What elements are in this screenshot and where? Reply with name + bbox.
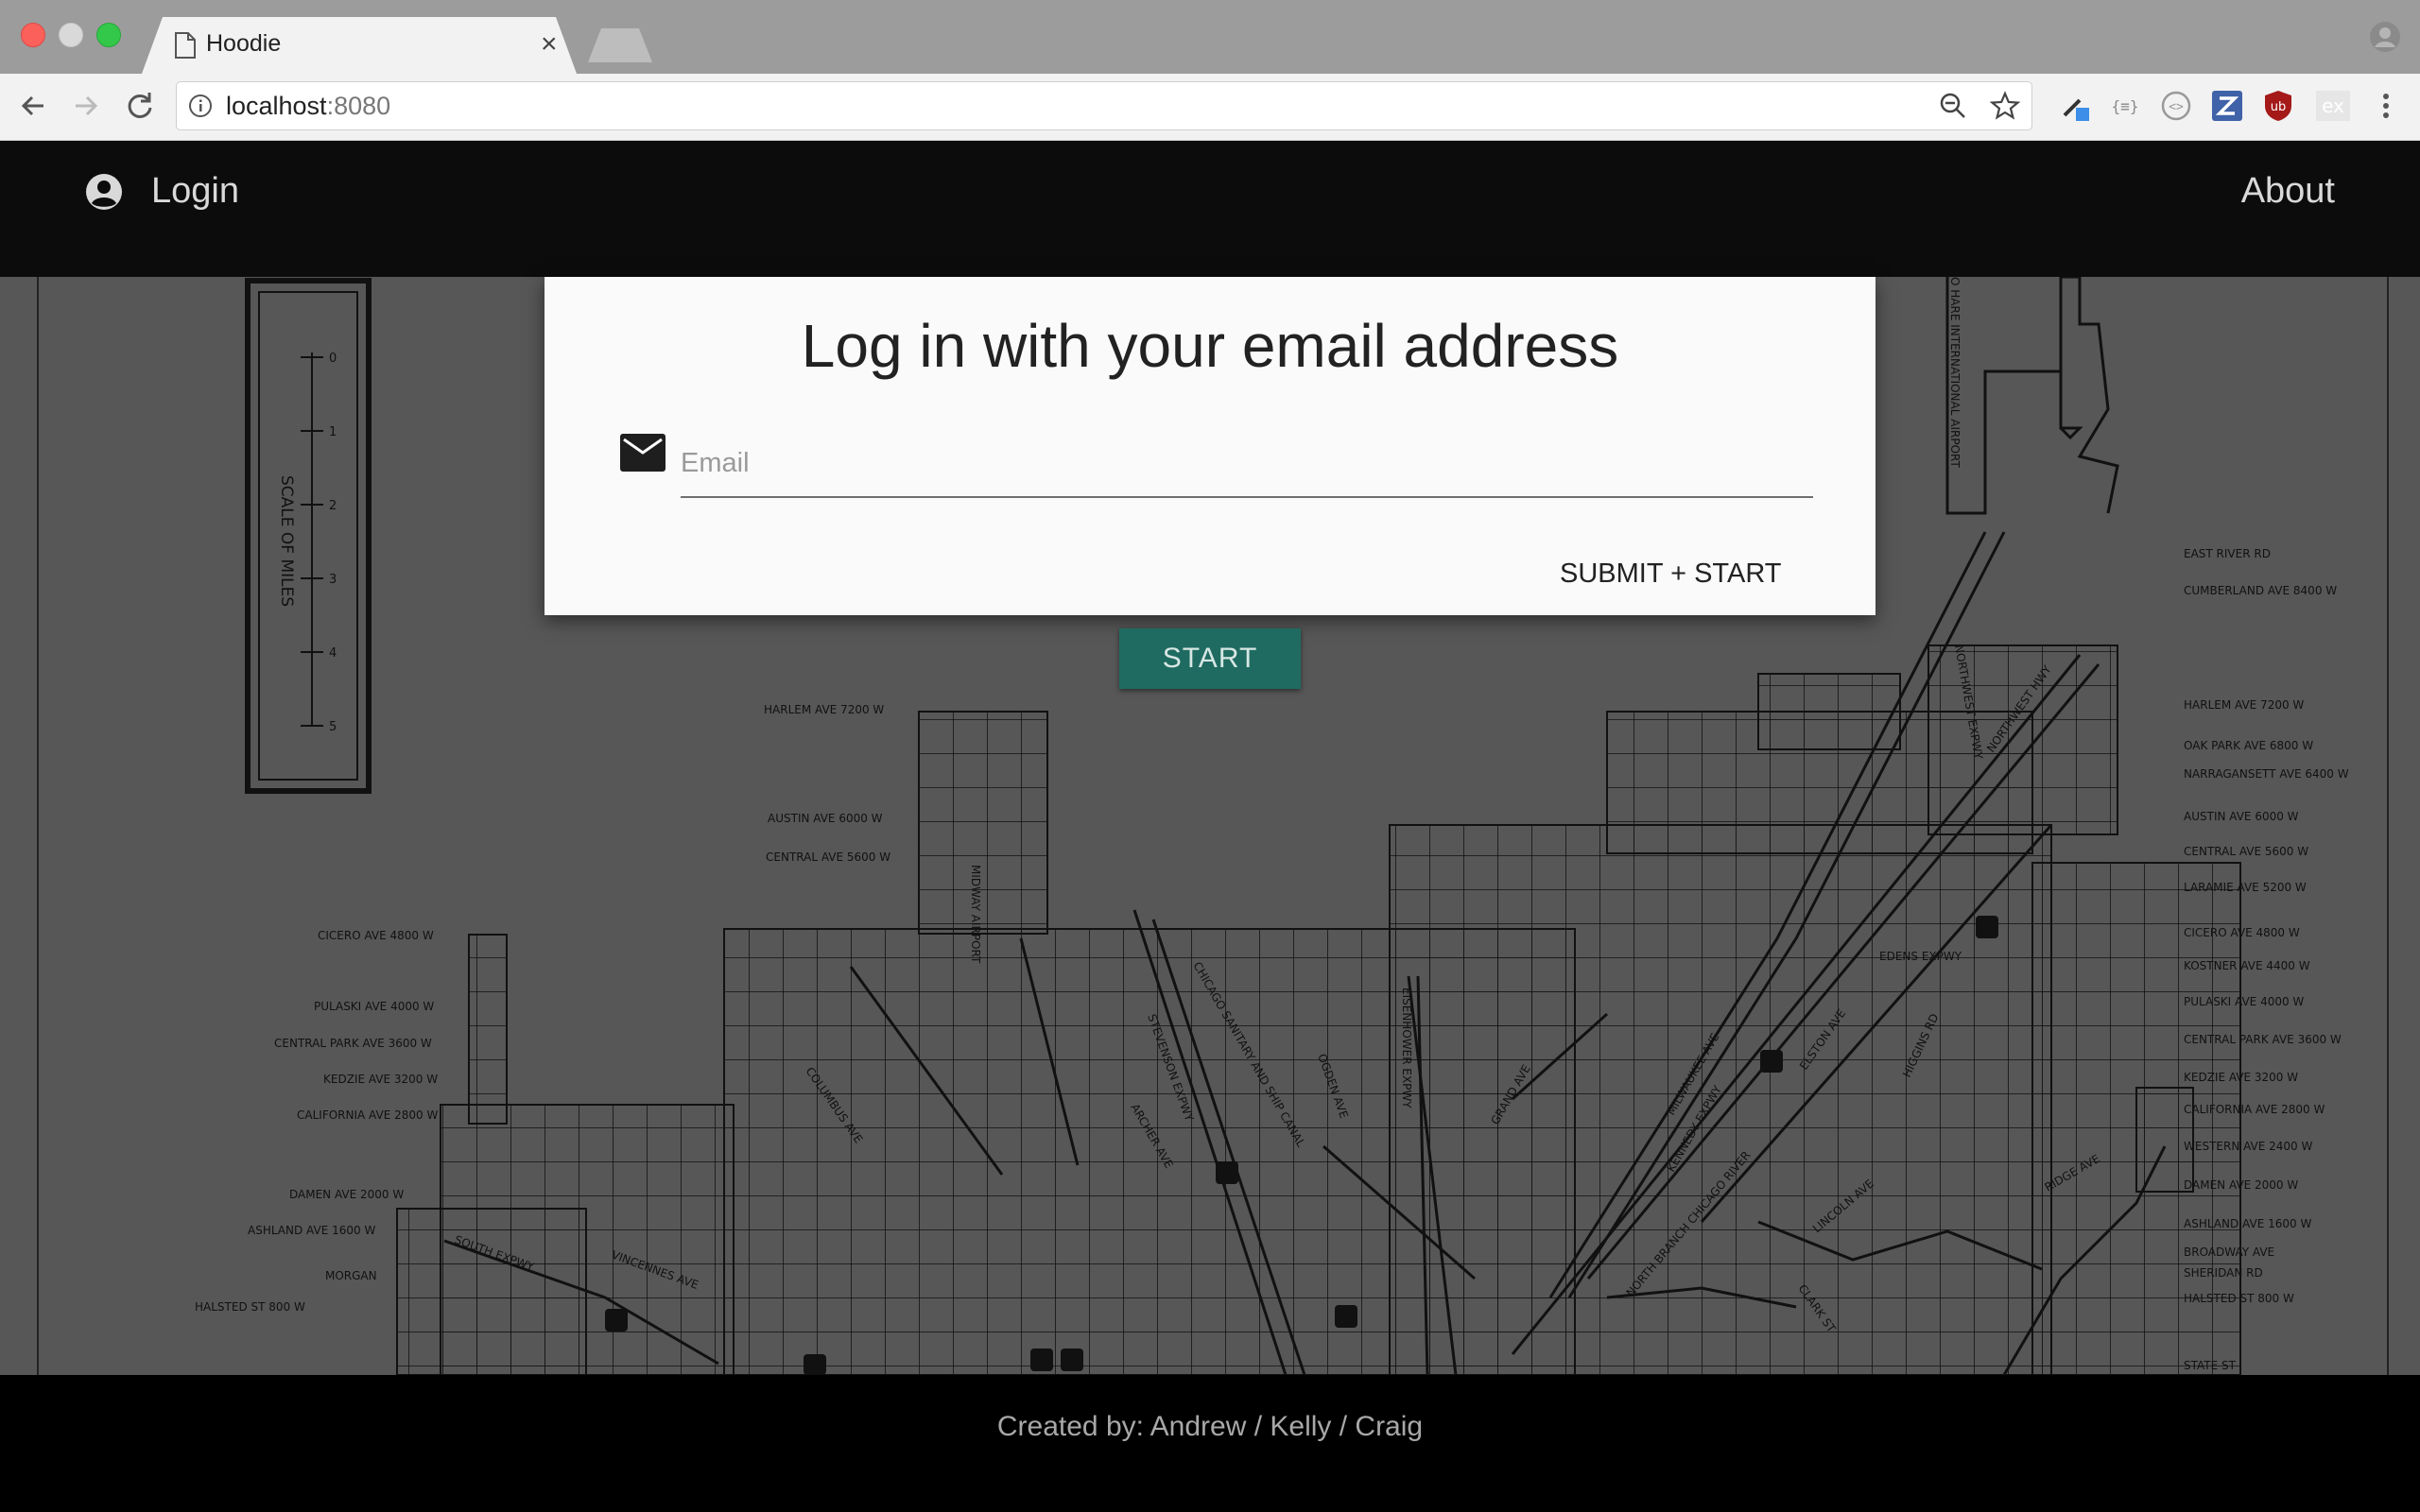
back-arrow-icon[interactable] — [15, 87, 53, 125]
zoom-out-icon[interactable] — [1939, 92, 1967, 120]
map-label: CALIFORNIA AVE 2800 W — [2184, 1103, 2325, 1116]
map-label: CUMBERLAND AVE 8400 W — [2184, 584, 2337, 597]
browser-tab-active[interactable]: Hoodie × — [142, 17, 577, 74]
json-formatter-extension-icon[interactable]: {≡} — [2108, 89, 2142, 123]
window-zoom-control[interactable] — [96, 23, 121, 47]
map-label: DAMEN AVE 2000 W — [2184, 1178, 2298, 1192]
account-circle-icon[interactable] — [85, 173, 123, 211]
info-icon[interactable] — [188, 94, 213, 118]
map-label: LARAMIE AVE 5200 W — [2184, 881, 2307, 894]
map-label: EDENS EXPWY — [1879, 950, 1962, 963]
svg-text:{≡}: {≡} — [2112, 97, 2139, 115]
map-label: CICERO AVE 4800 W — [2184, 926, 2300, 939]
map-label: KEDZIE AVE 3200 W — [2184, 1071, 2298, 1084]
svg-text:ex: ex — [2322, 94, 2344, 117]
submit-start-button[interactable]: SUBMIT + START — [1560, 558, 1781, 590]
map-label: HARLEM AVE 7200 W — [764, 703, 884, 716]
svg-text:<>: <> — [2169, 100, 2184, 114]
start-button[interactable]: START — [1119, 628, 1301, 689]
map-label: MIDWAY AIRPORT — [969, 865, 982, 964]
tab-title: Hoodie — [206, 30, 282, 57]
map-label: CENTRAL PARK AVE 3600 W — [2184, 1033, 2342, 1046]
map-label: EAST RIVER RD — [2184, 547, 2271, 560]
map-label: PULASKI AVE 4000 W — [314, 1000, 434, 1013]
new-tab-button[interactable] — [588, 28, 652, 62]
scale-tick: 2 — [329, 499, 337, 513]
ex-extension-icon[interactable]: ex — [2316, 89, 2350, 123]
map-label: OAK PARK AVE 6800 W — [2184, 739, 2313, 752]
eyedropper-extension-icon[interactable] — [2057, 89, 2091, 123]
login-dialog: Log in with your email address SUBMIT + … — [544, 277, 1876, 615]
window-close-control[interactable] — [21, 23, 45, 47]
map-label: BROADWAY AVE — [2184, 1246, 2274, 1259]
more-menu-icon[interactable] — [2369, 89, 2403, 123]
dialog-title: Log in with your email address — [801, 312, 1619, 380]
tab-close-icon[interactable]: × — [541, 28, 558, 60]
scale-tick: 4 — [329, 646, 337, 661]
map-label: CICERO AVE 4800 W — [318, 929, 434, 942]
map-label: AUSTIN AVE 6000 W — [2184, 810, 2299, 823]
reload-icon[interactable] — [121, 87, 159, 125]
map-label: HALSTED ST 800 W — [195, 1300, 305, 1314]
ublock-extension-icon[interactable]: ub — [2261, 89, 2295, 123]
forward-arrow-icon[interactable] — [66, 87, 104, 125]
address-bar[interactable]: localhost:8080 — [176, 81, 2032, 130]
url-port: :8080 — [326, 92, 391, 120]
credits-text: Created by: Andrew / Kelly / Craig — [996, 1411, 1424, 1442]
map-label: HARLEM AVE 7200 W — [2184, 698, 2304, 712]
map-label: CENTRAL PARK AVE 3600 W — [274, 1037, 432, 1050]
map-label: DAMEN AVE 2000 W — [289, 1188, 404, 1201]
app-footer: Created by: Andrew / Kelly / Craig — [0, 1375, 2420, 1512]
scale-tick: 5 — [329, 720, 337, 734]
app-header: Login About — [0, 141, 2420, 277]
document-icon — [175, 32, 196, 59]
browser-toolbar: localhost:8080 {≡} <> ub ex — [0, 74, 2420, 141]
map-label: ASHLAND AVE 1600 W — [248, 1224, 375, 1237]
email-field[interactable] — [681, 430, 1813, 498]
map-label: CENTRAL AVE 5600 W — [766, 850, 890, 864]
map-label: CENTRAL AVE 5600 W — [2184, 845, 2308, 858]
window-minimize-control[interactable] — [59, 23, 83, 47]
url-host: localhost — [226, 92, 327, 120]
map-label: EISENHOWER EXPWY — [1400, 988, 1413, 1108]
login-link[interactable]: Login — [151, 171, 239, 212]
code-extension-icon[interactable]: <> — [2159, 89, 2193, 123]
map-label: MORGAN — [325, 1269, 377, 1282]
map-label: PULASKI AVE 4000 W — [2184, 995, 2304, 1008]
map-label: NARRAGANSETT AVE 6400 W — [2184, 767, 2349, 781]
map-label: AUSTIN AVE 6000 W — [768, 812, 883, 825]
svg-text:ub: ub — [2271, 100, 2287, 114]
map-label: STATE ST — [2184, 1359, 2237, 1372]
map-label: KEDZIE AVE 3200 W — [323, 1073, 438, 1086]
map-label: HALSTED ST 800 W — [2184, 1292, 2294, 1305]
map-label: SHERIDAN RD — [2184, 1266, 2263, 1280]
about-link[interactable]: About — [2241, 171, 2335, 212]
map-label: O HARE INTERNATIONAL AIRPORT — [1948, 277, 1962, 468]
map-label: WESTERN AVE 2400 W — [2184, 1140, 2313, 1153]
map-label: CALIFORNIA AVE 2800 W — [297, 1108, 438, 1122]
url-text: localhost:8080 — [226, 92, 390, 121]
zotero-extension-icon[interactable] — [2210, 89, 2244, 123]
scale-tick: 3 — [329, 573, 337, 587]
browser-tab-strip: Hoodie × — [0, 0, 2420, 74]
mail-icon — [620, 434, 666, 472]
profile-icon[interactable] — [2369, 21, 2401, 53]
map-label: KOSTNER AVE 4400 W — [2184, 959, 2310, 972]
bookmark-star-icon[interactable] — [1990, 91, 2020, 121]
map-label: ASHLAND AVE 1600 W — [2184, 1217, 2311, 1230]
scale-label: SCALE OF MILES — [277, 475, 296, 607]
scale-tick: 0 — [329, 352, 337, 366]
scale-tick: 1 — [329, 425, 337, 439]
